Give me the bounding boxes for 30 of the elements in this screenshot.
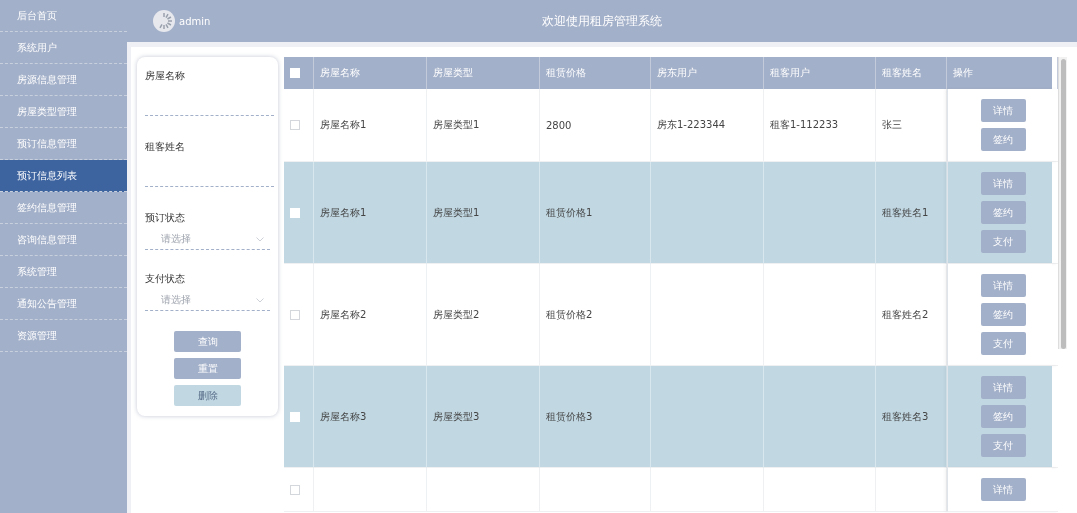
action-button[interactable]: 支付 [980,332,1026,355]
checkbox[interactable] [290,120,300,130]
field-label: 租客姓名 [145,140,186,154]
filter-button[interactable]: 查询 [174,331,241,352]
avatar-icon [153,10,175,32]
action-button[interactable]: 签约 [980,201,1026,224]
checkbox[interactable] [290,484,300,495]
chevron-icon [256,297,264,303]
filter-button[interactable]: 重置 [174,358,241,379]
action-button[interactable]: 详情 [980,172,1026,195]
scrollbar[interactable] [1058,57,1067,349]
action-button[interactable]: 签约 [980,303,1026,326]
select-field[interactable]: 请选择 [145,229,270,250]
action-button[interactable]: 详情 [980,99,1026,122]
action-button[interactable]: 详情 [980,478,1026,501]
sidebar-item[interactable]: 预订信息列表 [0,160,127,192]
action-button[interactable]: 支付 [980,230,1026,253]
field-label: 支付状态 [145,272,186,286]
user-name: admin [179,15,211,27]
action-button[interactable]: 详情 [980,376,1026,399]
checkbox[interactable] [290,309,300,320]
action-button[interactable]: 签约 [980,405,1026,428]
action-button[interactable]: 详情 [980,274,1026,297]
action-button[interactable]: 签约 [980,128,1026,151]
field-label: 房屋名称 [145,69,186,83]
field-label: 预订状态 [145,211,186,225]
select-field[interactable]: 请选择 [145,290,270,311]
action-button[interactable]: 支付 [980,434,1026,457]
page-title: 欢迎使用租房管理系统 [542,12,662,30]
chevron-icon [256,236,264,242]
